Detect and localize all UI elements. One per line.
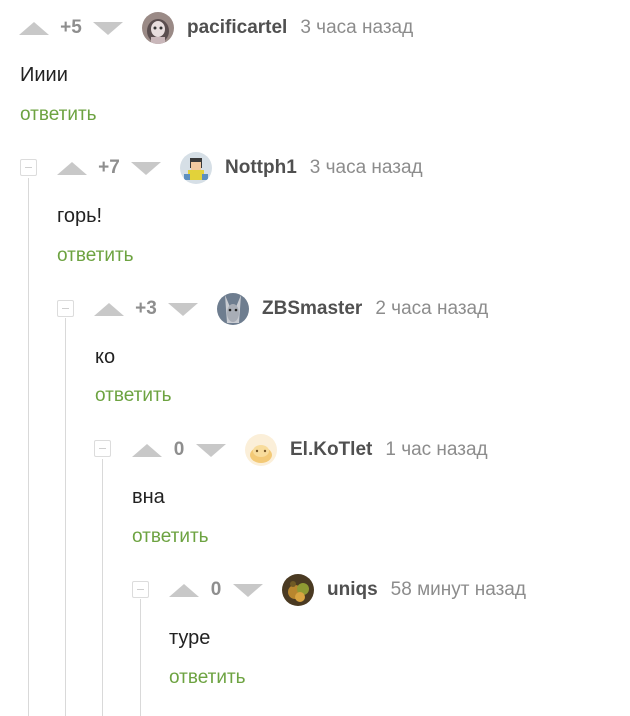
thread-line (140, 599, 141, 716)
comment-rating: 0 (210, 579, 222, 600)
comment-text: туре (169, 627, 211, 649)
reply-link[interactable]: ответить (132, 525, 209, 549)
comment-header: +3 ZBSmaster 2 часа назад (94, 293, 488, 325)
reply-link[interactable]: ответить (57, 244, 134, 268)
username[interactable]: Nottph1 (225, 157, 297, 179)
comment-text: горь! (57, 205, 103, 227)
comment-header: 0 uniqs 58 минут назад (169, 574, 526, 606)
username[interactable]: El.KoTlet (290, 439, 372, 461)
upvote-icon[interactable] (94, 302, 124, 316)
thread-line (102, 459, 103, 716)
comment-text: ко (95, 346, 116, 368)
comment-rating: +7 (98, 157, 120, 178)
upvote-icon[interactable] (169, 583, 199, 597)
upvote-icon[interactable] (57, 161, 87, 175)
cartoon-bun-avatar[interactable] (245, 434, 277, 466)
gray-creature-avatar[interactable] (217, 293, 249, 325)
timestamp: 3 часа назад (309, 157, 423, 178)
downvote-icon[interactable] (233, 583, 263, 597)
username[interactable]: ZBSmaster (262, 298, 362, 320)
downvote-icon[interactable] (131, 161, 161, 175)
comment-header: +7 Nottph1 3 часа назад (57, 152, 423, 184)
hooded-figure-avatar[interactable] (142, 12, 174, 44)
downvote-icon[interactable] (196, 443, 226, 457)
timestamp: 3 часа назад (300, 17, 414, 38)
comment-rating: +5 (60, 17, 82, 38)
comment-text: вна (132, 486, 165, 508)
upvote-icon[interactable] (132, 443, 162, 457)
username[interactable]: pacificartel (187, 17, 287, 39)
upvote-icon[interactable] (19, 21, 49, 35)
comment-rating: +3 (135, 298, 157, 319)
reply-link[interactable]: ответить (95, 384, 172, 408)
comment-text: Ииии (20, 64, 68, 86)
comment-header: +5 pacificartel 3 часа назад (19, 12, 413, 44)
downvote-icon[interactable] (168, 302, 198, 316)
collapse-thread-button[interactable] (20, 159, 37, 176)
timestamp: 58 минут назад (390, 579, 526, 600)
timestamp: 2 часа назад (375, 298, 489, 319)
dark-fruit-avatar[interactable] (282, 574, 314, 606)
collapse-thread-button[interactable] (94, 440, 111, 457)
reply-link[interactable]: ответить (169, 666, 246, 690)
comment-header: 0 El.KoTlet 1 час назад (132, 434, 488, 466)
thread-line (65, 318, 66, 716)
comment-rating: 0 (173, 439, 185, 460)
thread-line (28, 178, 29, 716)
timestamp: 1 час назад (385, 439, 488, 460)
username[interactable]: uniqs (327, 579, 378, 601)
collapse-thread-button[interactable] (57, 300, 74, 317)
downvote-icon[interactable] (93, 21, 123, 35)
reply-link[interactable]: ответить (20, 103, 97, 127)
collapse-thread-button[interactable] (132, 581, 149, 598)
pixel-character-avatar[interactable] (180, 152, 212, 184)
